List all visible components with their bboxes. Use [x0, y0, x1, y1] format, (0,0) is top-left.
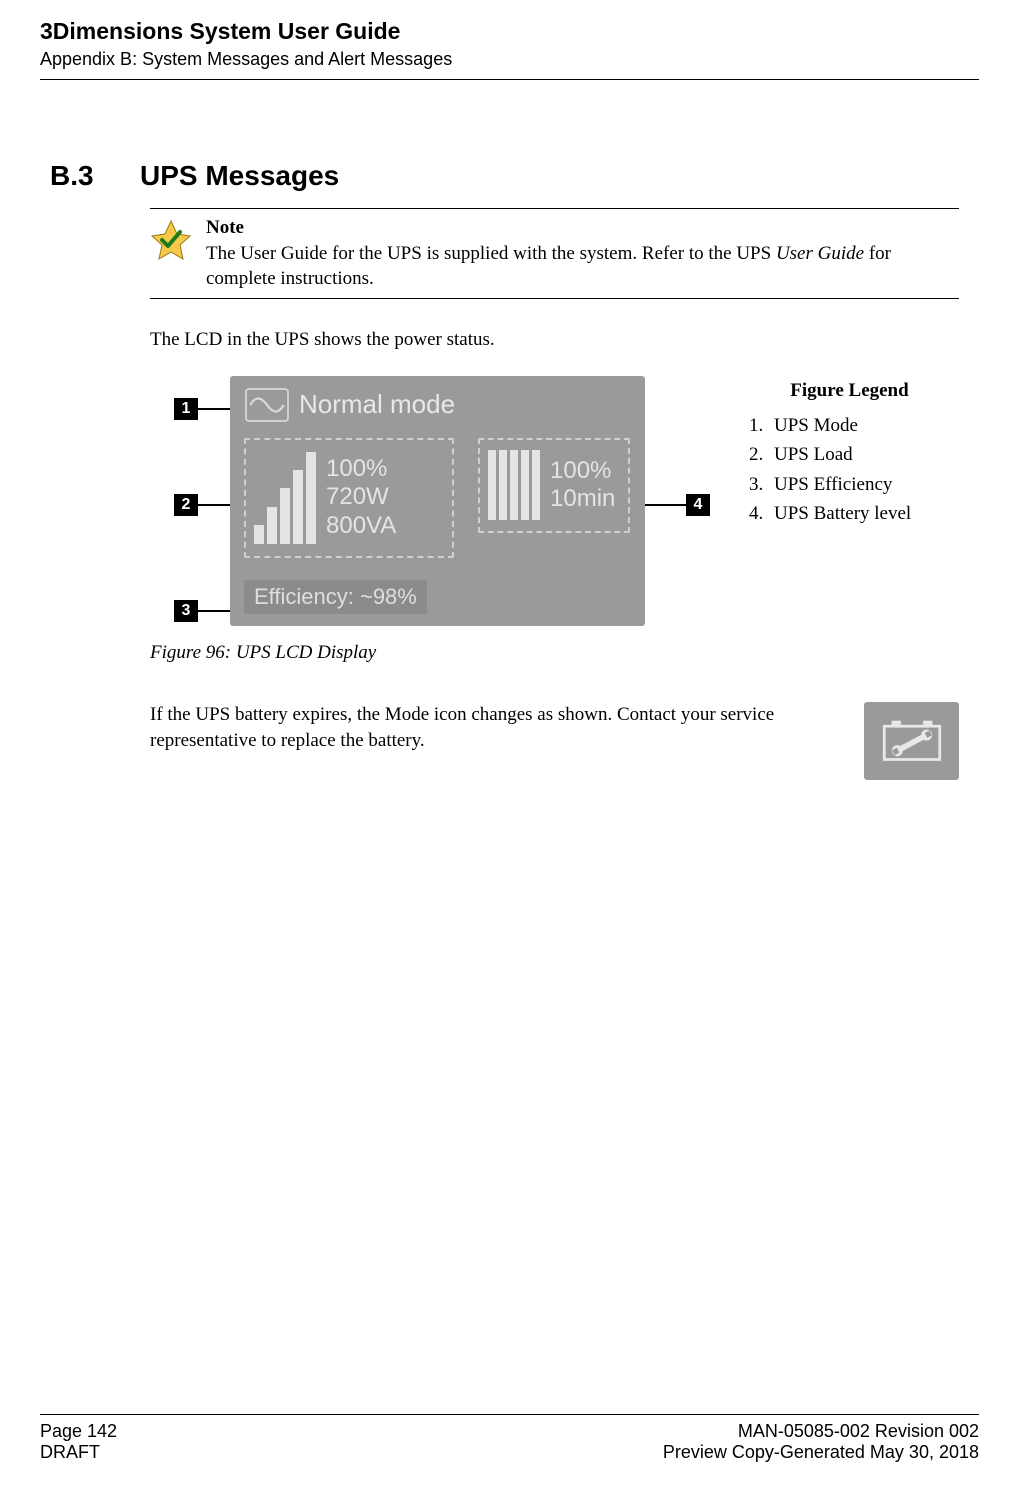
section-number: B.3	[40, 160, 140, 192]
callout-4: 4	[686, 494, 710, 516]
lcd-mode-row: Normal mode	[245, 388, 455, 422]
footer-page: Page 142	[40, 1421, 117, 1442]
page-content: B.3UPS Messages Note The User Guide for …	[40, 160, 979, 780]
legend-item: UPS Load	[768, 440, 959, 469]
note-body-italic: User Guide	[776, 243, 864, 264]
footer-left: Page 142 DRAFT	[40, 1421, 117, 1463]
lcd-load-values: 100% 720W 800VA	[326, 455, 396, 540]
lcd-batt-percent: 100%	[550, 457, 615, 485]
battery-expiry-text: If the UPS battery expires, the Mode ico…	[150, 702, 836, 755]
footer-docnum: MAN-05085-002 Revision 002	[663, 1421, 979, 1442]
page-footer: Page 142 DRAFT MAN-05085-002 Revision 00…	[40, 1414, 979, 1463]
battery-expiry-row: If the UPS battery expires, the Mode ico…	[150, 702, 959, 780]
section-heading: B.3UPS Messages	[40, 160, 959, 192]
section-title: UPS Messages	[140, 160, 339, 191]
lcd-load-va: 800VA	[326, 512, 396, 540]
lcd-load-percent: 100%	[326, 455, 396, 483]
note-check-icon	[150, 219, 192, 261]
figure-caption: Figure 96: UPS LCD Display	[150, 642, 710, 664]
ups-lcd-figure: 1 2 3 4 Normal mode	[150, 376, 710, 636]
load-bars-icon	[254, 452, 316, 544]
lcd-load-box: 100% 720W 800VA	[244, 438, 454, 558]
callout-3: 3	[174, 600, 198, 622]
intro-paragraph: The LCD in the UPS shows the power statu…	[150, 327, 959, 354]
figure-legend: Figure Legend UPS Mode UPS Load UPS Effi…	[740, 376, 959, 529]
footer-right: MAN-05085-002 Revision 002 Preview Copy-…	[663, 1421, 979, 1463]
lcd-batt-time: 10min	[550, 485, 615, 513]
legend-list: UPS Mode UPS Load UPS Efficiency UPS Bat…	[740, 411, 959, 529]
figure-row: 1 2 3 4 Normal mode	[150, 376, 959, 664]
callout-1: 1	[174, 398, 198, 420]
lcd-battery-box: 100% 10min	[478, 438, 630, 533]
legend-item: UPS Efficiency	[768, 470, 959, 499]
footer-draft: DRAFT	[40, 1442, 117, 1463]
note-text: Note The User Guide for the UPS is suppl…	[206, 215, 959, 292]
note-label: Note	[206, 215, 959, 241]
page-header: 3Dimensions System User Guide Appendix B…	[40, 0, 979, 80]
legend-title: Figure Legend	[740, 376, 959, 405]
battery-bars-icon	[488, 450, 540, 520]
note-body-1: The User Guide for the UPS is supplied w…	[206, 243, 776, 264]
lcd-mode-text: Normal mode	[299, 389, 455, 420]
lcd-efficiency: Efficiency: ~98%	[244, 580, 427, 614]
legend-item: UPS Mode	[768, 411, 959, 440]
sine-wave-icon	[245, 388, 289, 422]
note-box: Note The User Guide for the UPS is suppl…	[150, 208, 959, 299]
lcd-batt-values: 100% 10min	[550, 457, 615, 514]
legend-item: UPS Battery level	[768, 499, 959, 528]
footer-preview: Preview Copy-Generated May 30, 2018	[663, 1442, 979, 1463]
battery-wrench-icon	[864, 702, 959, 780]
doc-subtitle: Appendix B: System Messages and Alert Me…	[40, 48, 979, 71]
doc-title: 3Dimensions System User Guide	[40, 18, 979, 46]
lcd-load-watts: 720W	[326, 483, 396, 511]
callout-2: 2	[174, 494, 198, 516]
lcd-screen: Normal mode 100% 720W 800VA	[230, 376, 645, 626]
figure-column: 1 2 3 4 Normal mode	[150, 376, 710, 664]
